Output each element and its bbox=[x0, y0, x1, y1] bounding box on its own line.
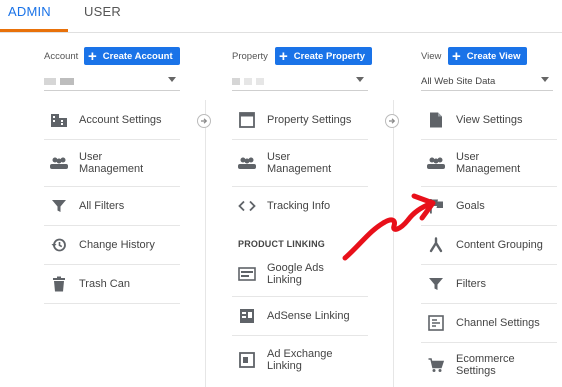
create-property-button[interactable]: + Create Property bbox=[275, 47, 373, 65]
sidebar-item-channel-settings[interactable]: Channel Settings bbox=[421, 304, 557, 343]
sidebar-item-goals[interactable]: Goals bbox=[421, 187, 557, 226]
plus-icon: + bbox=[88, 47, 97, 65]
sidebar-item-label: Tracking Info bbox=[267, 200, 331, 212]
filter-icon bbox=[50, 197, 68, 215]
view-selected-value: All Web Site Data bbox=[421, 75, 496, 87]
sidebar-item-label: Content Grouping bbox=[456, 239, 543, 251]
tab-admin[interactable]: ADMIN bbox=[8, 4, 51, 19]
sidebar-item-adsense-linking[interactable]: AdSense Linking bbox=[232, 297, 368, 336]
tab-user[interactable]: USER bbox=[84, 4, 121, 19]
sidebar-item-view-user-management[interactable]: User Management bbox=[421, 140, 557, 187]
sidebar-item-ecommerce-settings[interactable]: Ecommerce Settings bbox=[421, 343, 557, 387]
trash-icon bbox=[50, 275, 68, 293]
people-icon bbox=[50, 154, 68, 172]
sidebar-item-label: User Management bbox=[456, 151, 521, 175]
sidebar-item-property-user-management[interactable]: User Management bbox=[232, 140, 368, 187]
sidebar-item-label: Channel Settings bbox=[456, 317, 540, 329]
create-view-label: Create View bbox=[466, 50, 521, 62]
redacted-property-name-part bbox=[256, 77, 264, 85]
code-icon bbox=[238, 197, 256, 215]
account-label: Account bbox=[44, 50, 79, 62]
sidebar-item-content-grouping[interactable]: Content Grouping bbox=[421, 226, 557, 265]
sidebar-item-view-settings[interactable]: View Settings bbox=[421, 101, 557, 140]
sidebar-item-label: Ecommerce Settings bbox=[456, 353, 515, 377]
sidebar-item-filters[interactable]: Filters bbox=[421, 265, 557, 304]
redacted-property-name bbox=[232, 77, 240, 85]
people-icon bbox=[427, 154, 445, 172]
chevron-down-icon bbox=[168, 77, 176, 82]
redacted-account-name-part bbox=[60, 77, 74, 85]
adsense-icon bbox=[238, 307, 256, 325]
cart-icon bbox=[427, 356, 445, 374]
chevron-down-icon bbox=[356, 77, 364, 82]
account-selector[interactable] bbox=[44, 72, 180, 91]
redacted-property-name-part bbox=[244, 77, 252, 85]
view-selector[interactable]: All Web Site Data bbox=[421, 72, 553, 91]
building-icon bbox=[50, 111, 68, 129]
ads-icon bbox=[238, 265, 256, 283]
sidebar-item-label: Ad Exchange Linking bbox=[267, 348, 333, 372]
create-view-button[interactable]: + Create View bbox=[448, 47, 528, 65]
sidebar-item-label: AdSense Linking bbox=[267, 310, 350, 322]
chevron-down-icon bbox=[541, 77, 549, 82]
plus-icon: + bbox=[452, 47, 461, 65]
history-icon bbox=[50, 236, 68, 254]
view-label: View bbox=[421, 50, 442, 62]
sidebar-item-all-filters[interactable]: All Filters bbox=[44, 187, 180, 226]
sidebar-item-account-user-management[interactable]: User Management bbox=[44, 140, 180, 187]
window-icon bbox=[238, 111, 256, 129]
plus-icon: + bbox=[279, 47, 288, 65]
create-account-button[interactable]: + Create Account bbox=[84, 47, 180, 65]
admin-tabs: ADMIN USER bbox=[0, 0, 562, 33]
sidebar-item-trash-can[interactable]: Trash Can bbox=[44, 265, 180, 304]
sidebar-item-label: Goals bbox=[456, 200, 485, 212]
sidebar-item-label: Account Settings bbox=[79, 114, 162, 126]
sidebar-item-account-settings[interactable]: Account Settings bbox=[44, 101, 180, 140]
create-property-label: Create Property bbox=[293, 50, 366, 62]
property-label: Property bbox=[232, 50, 268, 62]
document-icon bbox=[427, 111, 445, 129]
sidebar-item-label: Property Settings bbox=[267, 114, 352, 126]
sidebar-item-label: Filters bbox=[456, 278, 486, 290]
column-divider bbox=[205, 100, 206, 387]
sidebar-item-label: View Settings bbox=[456, 114, 523, 126]
sidebar-item-label: All Filters bbox=[79, 200, 125, 212]
sidebar-item-label: Google Ads Linking bbox=[267, 262, 324, 286]
create-account-label: Create Account bbox=[102, 50, 173, 62]
sidebar-item-ad-exchange-linking[interactable]: Ad Exchange Linking bbox=[232, 336, 368, 384]
channel-icon bbox=[427, 314, 445, 332]
sidebar-item-label: Trash Can bbox=[79, 278, 130, 290]
ad-exchange-icon bbox=[238, 351, 256, 369]
filter-icon bbox=[427, 275, 445, 293]
sidebar-item-label: User Management bbox=[267, 151, 332, 175]
sidebar-item-change-history[interactable]: Change History bbox=[44, 226, 180, 265]
annotation-arrow bbox=[342, 193, 436, 261]
active-tab-indicator bbox=[0, 29, 68, 32]
arrow-right-icon bbox=[385, 114, 399, 128]
product-linking-heading: PRODUCT LINKING bbox=[238, 239, 325, 249]
property-selector[interactable] bbox=[232, 72, 368, 91]
sidebar-item-label: User Management bbox=[79, 151, 144, 175]
sidebar-item-property-settings[interactable]: Property Settings bbox=[232, 101, 368, 140]
redacted-account-name bbox=[44, 77, 56, 85]
arrow-right-icon bbox=[197, 114, 211, 128]
people-icon bbox=[238, 154, 256, 172]
sidebar-item-label: Change History bbox=[79, 239, 155, 251]
